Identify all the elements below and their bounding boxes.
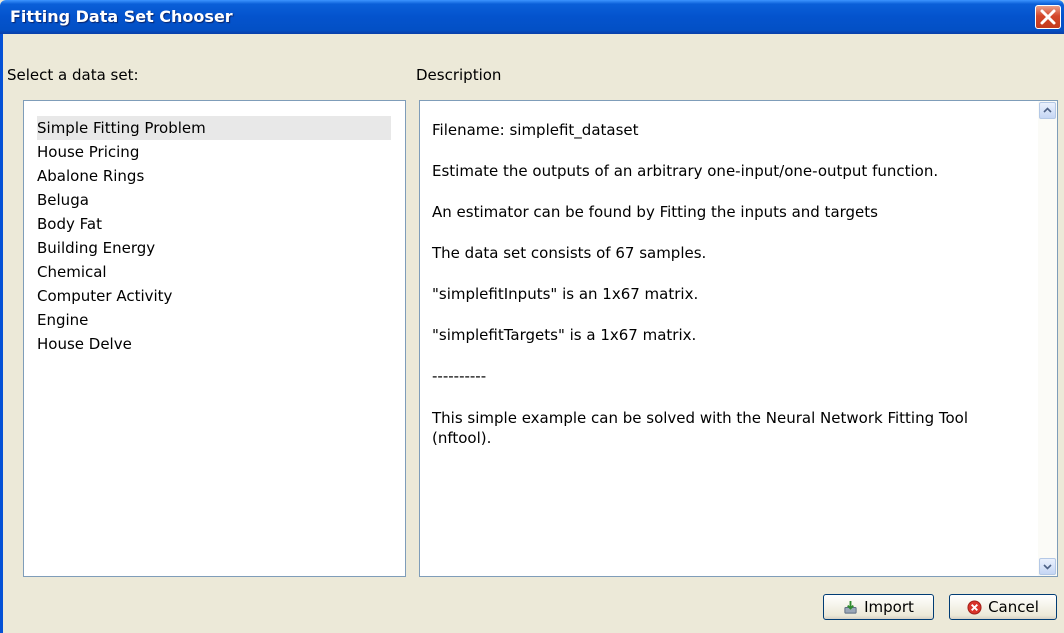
dataset-list[interactable]: Simple Fitting Problem House Pricing Aba…	[23, 100, 406, 577]
description-filename: Filename: simplefit_dataset	[432, 121, 639, 139]
list-item-computer-activity[interactable]: Computer Activity	[37, 284, 172, 308]
list-item-house-delve[interactable]: House Delve	[37, 332, 132, 356]
chevron-up-icon	[1043, 107, 1052, 113]
close-button[interactable]	[1035, 5, 1061, 29]
dialog-window: Fitting Data Set Chooser Select a data s…	[0, 0, 1064, 633]
description-text: This simple example can be solved with t…	[432, 409, 969, 447]
scroll-down-button[interactable]	[1039, 558, 1056, 575]
cancel-icon	[967, 599, 982, 615]
description-text: "simplefitInputs" is an 1x67 matrix.	[432, 285, 699, 303]
list-item-building-energy[interactable]: Building Energy	[37, 236, 155, 260]
list-item-chemical[interactable]: Chemical	[37, 260, 107, 284]
chevron-down-icon	[1043, 564, 1052, 570]
list-item-abalone-rings[interactable]: Abalone Rings	[37, 164, 144, 188]
window-title: Fitting Data Set Chooser	[10, 7, 233, 26]
import-icon	[844, 600, 857, 614]
description-pane[interactable]: Filename: simplefit_dataset Estimate the…	[419, 100, 1058, 577]
cancel-label: Cancel	[988, 598, 1039, 616]
list-item-engine[interactable]: Engine	[37, 308, 88, 332]
import-label: Import	[864, 598, 914, 616]
description-text: "simplefitTargets" is a 1x67 matrix.	[432, 326, 697, 344]
title-bar[interactable]: Fitting Data Set Chooser	[0, 0, 1064, 34]
description-text: An estimator can be found by Fitting the…	[432, 203, 878, 221]
scroll-up-button[interactable]	[1039, 102, 1056, 119]
list-item-beluga[interactable]: Beluga	[37, 188, 89, 212]
vertical-scrollbar[interactable]	[1038, 101, 1057, 576]
description-label: Description	[416, 66, 502, 84]
list-item-body-fat[interactable]: Body Fat	[37, 212, 102, 236]
import-button[interactable]: Import	[823, 594, 934, 620]
list-item-house-pricing[interactable]: House Pricing	[37, 140, 139, 164]
description-text: The data set consists of 67 samples.	[432, 244, 707, 262]
cancel-button[interactable]: Cancel	[949, 594, 1057, 620]
description-separator: ----------	[432, 367, 487, 385]
select-dataset-label: Select a data set:	[7, 66, 139, 84]
description-text: Estimate the outputs of an arbitrary one…	[432, 162, 939, 180]
list-item-simple-fitting-problem[interactable]: Simple Fitting Problem	[37, 116, 391, 140]
close-icon	[1040, 9, 1056, 25]
